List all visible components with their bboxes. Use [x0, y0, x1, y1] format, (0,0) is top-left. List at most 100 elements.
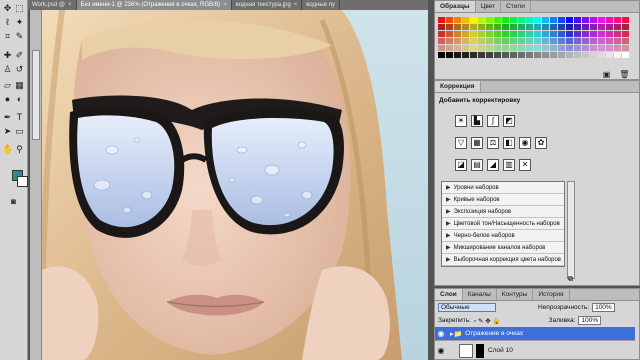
swatch-cell[interactable]	[614, 45, 621, 51]
dodge-icon[interactable]: ◐	[14, 94, 25, 105]
swatch-cell[interactable]	[598, 52, 605, 58]
swatch-cell[interactable]	[566, 17, 573, 23]
swatch-cell[interactable]	[462, 17, 469, 23]
move-icon[interactable]: ✥	[2, 3, 13, 14]
hand-icon[interactable]: ✋	[2, 144, 13, 155]
swatch-cell[interactable]	[534, 52, 541, 58]
swatch-cell[interactable]	[558, 31, 565, 37]
swatch-cell[interactable]	[454, 31, 461, 37]
swatch-cell[interactable]	[550, 24, 557, 30]
swatch-cell[interactable]	[590, 45, 597, 51]
swatch-cell[interactable]	[622, 38, 629, 44]
swatch-cell[interactable]	[590, 52, 597, 58]
tab-history[interactable]: История	[533, 289, 570, 300]
swatch-cell[interactable]	[550, 38, 557, 44]
invert-icon[interactable]: ◪	[455, 159, 467, 171]
clone-stamp-icon[interactable]: ♙	[2, 64, 13, 75]
swatch-cell[interactable]	[438, 38, 445, 44]
swatch-cell[interactable]	[446, 31, 453, 37]
swatch-cell[interactable]	[574, 31, 581, 37]
document-tab-work[interactable]: Work.psd @ ×	[28, 0, 77, 10]
swatch-cell[interactable]	[518, 24, 525, 30]
swatch-cell[interactable]	[526, 17, 533, 23]
color-balance-icon[interactable]: ⚖	[487, 137, 499, 149]
swatch-cell[interactable]	[534, 24, 541, 30]
brush-icon[interactable]: ✐	[14, 50, 25, 61]
gradient-map-icon[interactable]: ▥	[503, 159, 515, 171]
swatch-cell[interactable]	[510, 52, 517, 58]
swatch-cell[interactable]	[614, 52, 621, 58]
document-canvas[interactable]	[42, 10, 428, 360]
swatch-cell[interactable]	[478, 38, 485, 44]
blend-mode-select[interactable]: Обычные	[438, 303, 496, 312]
eraser-icon[interactable]: ▱	[2, 80, 13, 91]
swatch-cell[interactable]	[526, 24, 533, 30]
swatch-cell[interactable]	[598, 24, 605, 30]
close-icon[interactable]: ×	[294, 0, 298, 10]
swatch-cell[interactable]	[590, 24, 597, 30]
list-item[interactable]: ▶ Черно-белое наборов	[442, 230, 564, 242]
path-select-icon[interactable]: ➤	[2, 126, 13, 137]
swatch-cell[interactable]	[550, 31, 557, 37]
swatch-cell[interactable]	[606, 24, 613, 30]
tab-channels[interactable]: Каналы	[463, 289, 497, 300]
swatch-cell[interactable]	[614, 17, 621, 23]
layer-row-group[interactable]: ◉ ▸📁 Отражение в очках	[435, 327, 635, 341]
swatch-cell[interactable]	[590, 38, 597, 44]
swatch-cell[interactable]	[494, 17, 501, 23]
swatch-cell[interactable]	[478, 45, 485, 51]
curves-icon[interactable]: ∫	[487, 115, 499, 127]
swatch-cell[interactable]	[502, 31, 509, 37]
swatch-cell[interactable]	[582, 45, 589, 51]
swatch-cell[interactable]	[478, 17, 485, 23]
swatch-cell[interactable]	[462, 31, 469, 37]
swatch-cell[interactable]	[526, 45, 533, 51]
swatch-cell[interactable]	[614, 38, 621, 44]
swatch-cell[interactable]	[534, 17, 541, 23]
swatch-cell[interactable]	[606, 31, 613, 37]
swatch-cell[interactable]	[494, 45, 501, 51]
swatch-cell[interactable]	[446, 24, 453, 30]
swatch-cell[interactable]	[542, 45, 549, 51]
swatch-cell[interactable]	[582, 38, 589, 44]
swatch-cell[interactable]	[566, 24, 573, 30]
swatch-cell[interactable]	[526, 31, 533, 37]
swatch-cell[interactable]	[542, 17, 549, 23]
swatch-cell[interactable]	[566, 31, 573, 37]
swatch-cell[interactable]	[510, 31, 517, 37]
swatch-cell[interactable]	[518, 31, 525, 37]
eye-icon[interactable]: ◉	[435, 329, 447, 338]
swatch-cell[interactable]	[486, 38, 493, 44]
swatch-cell[interactable]	[438, 52, 445, 58]
black-white-icon[interactable]: ◧	[503, 137, 515, 149]
swatch-cell[interactable]	[446, 52, 453, 58]
swatch-cell[interactable]	[574, 17, 581, 23]
swatch-cell[interactable]	[478, 31, 485, 37]
marquee-icon[interactable]: ⬚	[14, 3, 25, 14]
quick-mask-icon[interactable]: ◙	[8, 196, 19, 207]
new-swatch-icon[interactable]: ▣	[601, 69, 612, 80]
swatch-cell[interactable]	[518, 45, 525, 51]
lock-icon[interactable]: ▫ ✎ ✥ 🔒	[474, 317, 501, 325]
swatch-cell[interactable]	[518, 38, 525, 44]
layer-row[interactable]: ◉ Слой 10	[435, 341, 635, 360]
swatch-cell[interactable]	[510, 45, 517, 51]
swatch-cell[interactable]	[542, 52, 549, 58]
photo-filter-icon[interactable]: ◉	[519, 137, 531, 149]
swatch-cell[interactable]	[486, 17, 493, 23]
swatch-cell[interactable]	[534, 31, 541, 37]
eyedropper-icon[interactable]: ✎	[14, 31, 25, 42]
swatch-cell[interactable]	[566, 38, 573, 44]
swatch-cell[interactable]	[558, 38, 565, 44]
list-item[interactable]: ▶ Выборочная коррекция цвета наборов	[442, 254, 564, 266]
list-item[interactable]: ▶ Цветовой тон/Насыщенность наборов	[442, 218, 564, 230]
list-item[interactable]: ▶ Уровни наборов	[442, 182, 564, 194]
fill-field[interactable]: 100%	[578, 316, 602, 325]
crop-icon[interactable]: ⌗	[2, 31, 13, 42]
swatch-cell[interactable]	[622, 31, 629, 37]
swatch-cell[interactable]	[502, 52, 509, 58]
history-brush-icon[interactable]: ↺	[14, 64, 25, 75]
magic-wand-icon[interactable]: ✦	[14, 17, 25, 28]
swatch-cell[interactable]	[510, 38, 517, 44]
swatch-cell[interactable]	[574, 38, 581, 44]
